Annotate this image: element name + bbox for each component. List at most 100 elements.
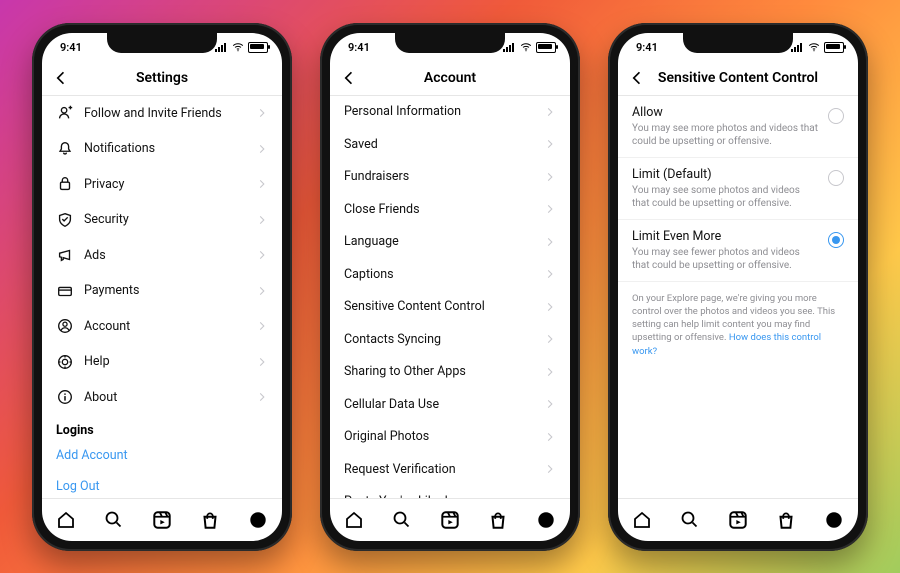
add-friends-icon xyxy=(56,104,74,122)
account-row[interactable]: Fundraisers xyxy=(330,161,570,194)
chevron-right-icon xyxy=(544,171,556,183)
account-row[interactable]: Personal Information xyxy=(330,96,570,129)
tab-profile[interactable] xyxy=(535,509,557,531)
tab-profile[interactable] xyxy=(823,509,845,531)
chevron-right-icon xyxy=(256,214,268,226)
tab-home[interactable] xyxy=(343,509,365,531)
account-row-label: Saved xyxy=(344,137,378,152)
info-icon xyxy=(56,388,74,406)
account-row[interactable]: Captions xyxy=(330,258,570,291)
page-title: Account xyxy=(330,70,570,86)
settings-row[interactable]: Follow and Invite Friends xyxy=(42,96,282,132)
notch xyxy=(395,31,505,53)
scc-option[interactable]: Limit (Default) You may see some photos a… xyxy=(618,158,858,220)
nav-bar: Account xyxy=(330,61,570,96)
tab-shop[interactable] xyxy=(487,509,509,531)
chevron-right-icon xyxy=(544,138,556,150)
settings-row-label: Help xyxy=(84,354,110,369)
tab-reels[interactable] xyxy=(439,509,461,531)
scc-body[interactable]: Allow You may see more photos and videos … xyxy=(618,96,858,498)
account-row[interactable]: Saved xyxy=(330,128,570,161)
account-row-label: Cellular Data Use xyxy=(344,397,439,412)
scc-option[interactable]: Limit Even More You may see fewer photos … xyxy=(618,220,858,282)
back-button[interactable] xyxy=(626,67,648,89)
settings-row[interactable]: Payments xyxy=(42,273,282,309)
account-row[interactable]: Close Friends xyxy=(330,193,570,226)
scc-option-title: Limit Even More xyxy=(632,229,818,244)
account-row[interactable]: Request Verification xyxy=(330,453,570,486)
settings-row[interactable]: Ads xyxy=(42,238,282,274)
bell-icon xyxy=(56,140,74,158)
status-right xyxy=(791,42,844,54)
account-row[interactable]: Language xyxy=(330,226,570,259)
login-link[interactable]: Log Out xyxy=(42,471,282,498)
login-link[interactable]: Add Account xyxy=(42,440,282,471)
tab-reels[interactable] xyxy=(727,509,749,531)
scc-option-desc: You may see fewer photos and videos that… xyxy=(632,246,818,272)
radio-button[interactable] xyxy=(828,170,844,186)
account-row[interactable]: Original Photos xyxy=(330,421,570,454)
account-icon xyxy=(56,317,74,335)
notch xyxy=(107,31,217,53)
tab-search[interactable] xyxy=(103,509,125,531)
tab-reels[interactable] xyxy=(151,509,173,531)
back-button[interactable] xyxy=(50,67,72,89)
account-row[interactable]: Contacts Syncing xyxy=(330,323,570,356)
tab-search[interactable] xyxy=(679,509,701,531)
settings-list[interactable]: Follow and Invite Friends Notifications Pr… xyxy=(42,96,282,498)
settings-row-label: About xyxy=(84,390,117,405)
status-right xyxy=(215,42,268,54)
scc-option-desc: You may see more photos and videos that … xyxy=(632,122,818,148)
page-title: Settings xyxy=(42,70,282,86)
tab-shop[interactable] xyxy=(775,509,797,531)
scc-option-title: Allow xyxy=(632,105,818,120)
chevron-right-icon xyxy=(256,356,268,368)
tab-bar xyxy=(330,498,570,541)
chevron-right-icon xyxy=(256,107,268,119)
tab-bar xyxy=(618,498,858,541)
tab-profile[interactable] xyxy=(247,509,269,531)
settings-row[interactable]: Help xyxy=(42,344,282,380)
notch xyxy=(683,31,793,53)
account-row[interactable]: Cellular Data Use xyxy=(330,388,570,421)
account-row-label: Captions xyxy=(344,267,394,282)
help-icon xyxy=(56,353,74,371)
settings-row[interactable]: Security xyxy=(42,202,282,238)
chevron-right-icon xyxy=(256,249,268,261)
radio-button[interactable] xyxy=(828,108,844,124)
scc-option-title: Limit (Default) xyxy=(632,167,818,182)
wifi-icon xyxy=(520,42,532,54)
account-row[interactable]: Sensitive Content Control xyxy=(330,291,570,324)
chevron-right-icon xyxy=(256,285,268,297)
settings-row[interactable]: Account xyxy=(42,309,282,345)
account-row-label: Close Friends xyxy=(344,202,420,217)
settings-row[interactable]: About xyxy=(42,380,282,416)
chevron-right-icon xyxy=(256,391,268,403)
chevron-right-icon xyxy=(256,143,268,155)
scc-option[interactable]: Allow You may see more photos and videos … xyxy=(618,96,858,158)
scc-option-desc: You may see some photos and videos that … xyxy=(632,184,818,210)
shield-icon xyxy=(56,211,74,229)
megaphone-icon xyxy=(56,246,74,264)
phone-account: 9:41 Account Personal InformationSavedFu… xyxy=(320,23,580,551)
tab-shop[interactable] xyxy=(199,509,221,531)
card-icon xyxy=(56,282,74,300)
account-list[interactable]: Personal Information Saved Fundraisers Clos… xyxy=(330,96,570,498)
tab-home[interactable] xyxy=(631,509,653,531)
back-button[interactable] xyxy=(338,67,360,89)
account-row[interactable]: Posts You've Liked xyxy=(330,486,570,498)
settings-row[interactable]: Notifications xyxy=(42,131,282,167)
account-row-label: Original Photos xyxy=(344,429,429,444)
phone-scc: 9:41 Sensitive Content Control AllowYou … xyxy=(608,23,868,551)
tab-search[interactable] xyxy=(391,509,413,531)
settings-row[interactable]: Privacy xyxy=(42,167,282,203)
account-row[interactable]: Sharing to Other Apps xyxy=(330,356,570,389)
settings-row-label: Notifications xyxy=(84,141,155,156)
nav-bar: Settings xyxy=(42,61,282,96)
chevron-right-icon xyxy=(544,463,556,475)
tab-bar xyxy=(42,498,282,541)
chevron-right-icon xyxy=(544,203,556,215)
tab-home[interactable] xyxy=(55,509,77,531)
radio-button[interactable] xyxy=(828,232,844,248)
settings-row-label: Payments xyxy=(84,283,139,298)
